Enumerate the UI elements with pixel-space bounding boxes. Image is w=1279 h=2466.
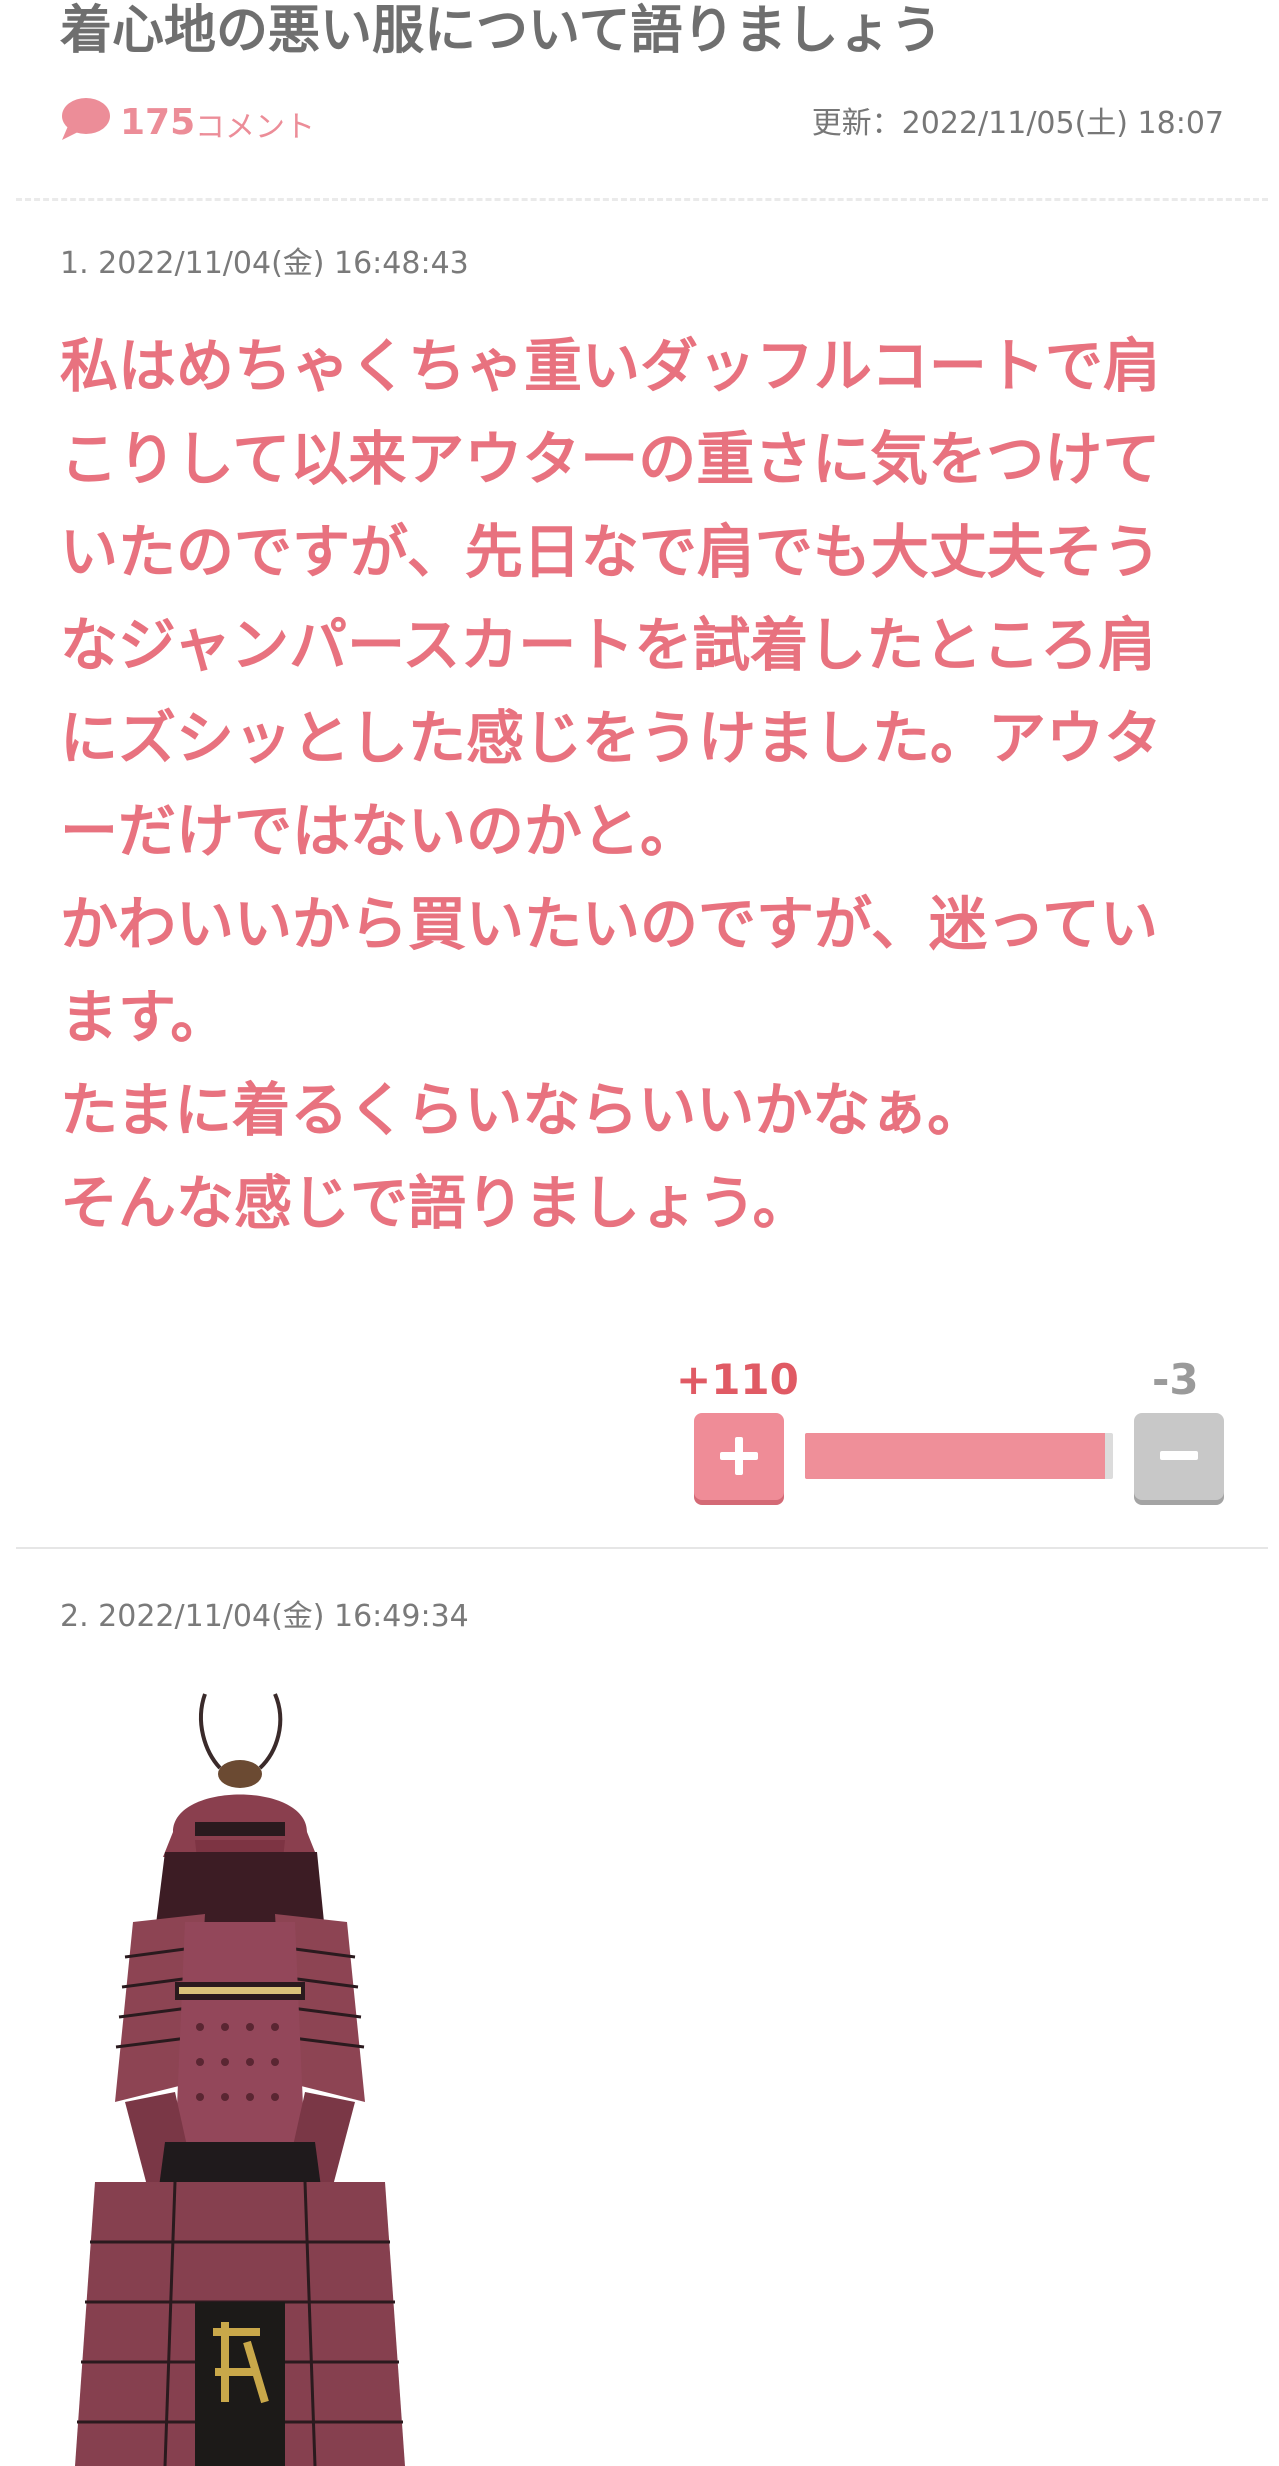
post-1-meta[interactable]: 1. 2022/11/04(金) 16:48:43	[60, 244, 469, 284]
topic-title: 着心地の悪い服について語りましょう	[60, 1, 943, 61]
samurai-armor-image[interactable]	[55, 1682, 445, 2466]
post-1-line: かわいいから買いたいのですが、迷ってい	[60, 890, 1158, 958]
post-divider	[16, 1547, 1268, 1549]
post-1-line: ます。	[60, 983, 229, 1051]
topic-meta: 175 コメント 更新：2022/11/05(土) 18:07	[60, 96, 1224, 156]
plus-vote-count: +110	[676, 1355, 799, 1404]
post-1-line: なジャンパースカートを試着したところ肩	[60, 611, 1157, 679]
post-2-meta[interactable]: 2. 2022/11/04(金) 16:49:34	[60, 1597, 469, 1637]
plus-vote-button[interactable]	[694, 1413, 784, 1500]
vote-ratio-bar	[805, 1433, 1113, 1479]
post-1-line: ーだけではないのかと。	[60, 797, 699, 865]
vote-ratio-fill	[805, 1433, 1105, 1479]
post-1-line: そんな感じで語りましょう。	[60, 1169, 811, 1237]
post-1-line: 私はめちゃくちゃ重いダッフルコートで肩	[60, 332, 1161, 400]
minus-vote-count: -3	[1152, 1355, 1199, 1404]
comment-count-label[interactable]: コメント	[195, 106, 315, 150]
minus-vote-button[interactable]	[1134, 1413, 1224, 1500]
comment-bubble-icon	[62, 98, 110, 140]
post-1-line: にズシッとした感じをうけました。アウタ	[60, 704, 1163, 772]
post-1-line: たまに着るくらいならいいかなぁ。	[60, 1076, 986, 1144]
header-divider	[16, 198, 1268, 201]
updated-timestamp: 更新：2022/11/05(土) 18:07	[811, 106, 1224, 141]
post-1-body: 私はめちゃくちゃ重いダッフルコートで肩 こりして以来アウターの重さに気をつけて …	[60, 320, 1240, 1250]
post-1-line: こりして以来アウターの重さに気をつけて	[60, 425, 1161, 493]
minus-icon	[1160, 1451, 1198, 1460]
post-1-line: いたのですが、先日なで肩でも大丈夫そう	[60, 518, 1161, 586]
comment-count[interactable]: 175	[120, 100, 195, 146]
plus-icon	[720, 1437, 758, 1475]
